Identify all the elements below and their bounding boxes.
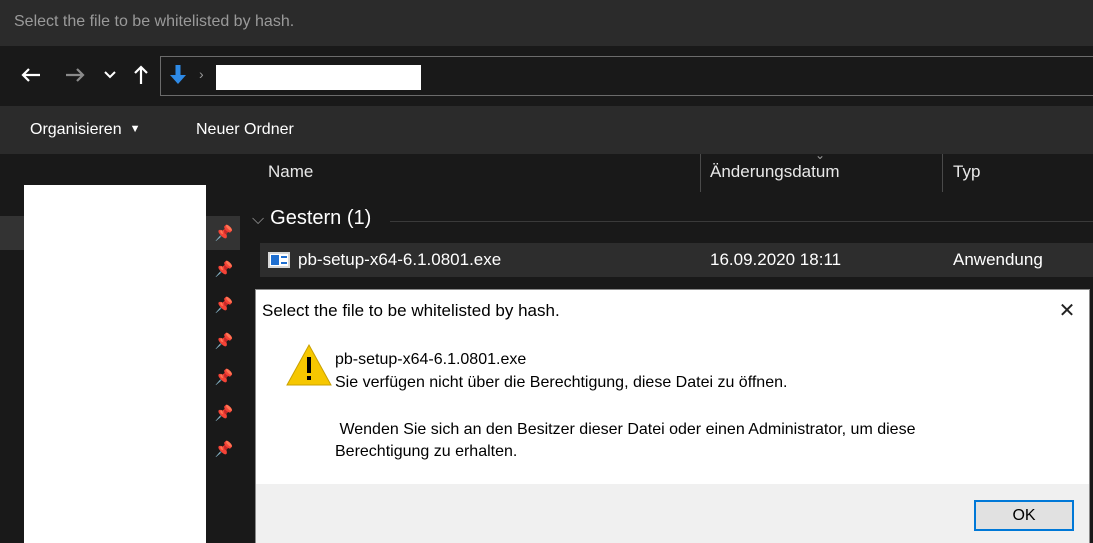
column-separator[interactable] — [942, 154, 943, 192]
close-icon: ✕ — [1058, 299, 1076, 322]
organize-button[interactable]: Organisieren ▼ — [30, 121, 141, 139]
pin-icon[interactable]: 📌 — [213, 438, 235, 460]
dialog-title: Select the file to be whitelisted by has… — [262, 301, 560, 320]
file-type: Anwendung — [953, 250, 1043, 269]
redacted-path — [216, 65, 421, 90]
downloads-icon — [170, 65, 186, 84]
pin-icon[interactable]: 📌 — [213, 222, 235, 244]
pin-icon[interactable]: 📌 — [213, 366, 235, 388]
recent-locations-button[interactable] — [100, 60, 120, 90]
arrow-up-icon — [134, 65, 148, 84]
group-divider — [390, 221, 1093, 222]
column-separator[interactable] — [700, 154, 701, 192]
window-title: Select the file to be whitelisted by has… — [14, 13, 295, 30]
dropdown-caret-icon: ▼ — [129, 123, 141, 135]
application-icon — [268, 252, 290, 268]
organize-label: Organisieren — [30, 121, 122, 138]
warning-icon — [286, 343, 332, 386]
address-bar[interactable]: › — [160, 56, 1093, 96]
title-bar: Select the file to be whitelisted by has… — [0, 0, 1093, 46]
group-label: Gestern (1) — [270, 207, 372, 229]
dialog-message: Wenden Sie sich an den Besitzer dieser D… — [335, 421, 916, 438]
command-toolbar: Organisieren ▼ Neuer Ordner — [0, 106, 1093, 154]
arrow-left-icon — [21, 68, 40, 82]
navigation-pane[interactable]: 📌 📌 📌 📌 📌 📌 📌 — [0, 154, 240, 543]
permission-error-dialog: Select the file to be whitelisted by has… — [255, 289, 1090, 543]
pin-icon[interactable]: 📌 — [213, 294, 235, 316]
column-header-type[interactable]: Typ — [953, 162, 980, 182]
column-header-date[interactable]: Änderungsdatum — [710, 162, 839, 182]
group-header[interactable]: ⌵ Gestern (1) — [252, 207, 371, 230]
forward-button[interactable] — [62, 60, 88, 90]
new-folder-button[interactable]: Neuer Ordner — [196, 121, 294, 139]
ok-button[interactable]: OK — [974, 500, 1074, 531]
path-separator: › — [199, 66, 204, 82]
pin-icon[interactable]: 📌 — [213, 402, 235, 424]
chevron-down-icon — [104, 71, 116, 79]
collapse-chevron-icon: ⌵ — [252, 211, 265, 228]
column-header-name[interactable]: Name — [268, 162, 313, 182]
dialog-message: Sie verfügen nicht über die Berechtigung… — [335, 374, 788, 391]
table-row[interactable]: pb-setup-x64-6.1.0801.exe 16.09.2020 18:… — [260, 243, 1093, 277]
file-date: 16.09.2020 18:11 — [710, 250, 842, 269]
redacted-sidebar — [24, 185, 206, 543]
pin-icon[interactable]: 📌 — [213, 258, 235, 280]
new-folder-label: Neuer Ordner — [196, 121, 294, 138]
file-name: pb-setup-x64-6.1.0801.exe — [298, 250, 502, 269]
arrow-right-icon — [66, 68, 85, 82]
up-button[interactable] — [128, 60, 154, 90]
close-button[interactable]: ✕ — [1053, 297, 1081, 323]
back-button[interactable] — [18, 60, 44, 90]
dialog-footer: OK — [256, 484, 1089, 543]
dialog-file-name: pb-setup-x64-6.1.0801.exe — [335, 351, 527, 368]
sort-indicator-icon: ⌄ — [815, 148, 826, 162]
navigation-bar: › — [0, 46, 1093, 106]
dialog-message: Berechtigung zu erhalten. — [335, 443, 518, 460]
pin-icon[interactable]: 📌 — [213, 330, 235, 352]
